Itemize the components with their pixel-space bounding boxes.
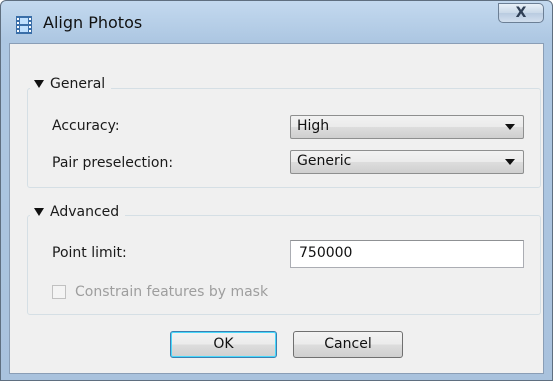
ok-button[interactable]: OK — [170, 331, 277, 358]
pair-preselection-value: Generic — [297, 153, 352, 169]
cancel-button[interactable]: Cancel — [293, 331, 403, 358]
chevron-down-icon — [505, 124, 515, 130]
triangle-down-icon — [34, 80, 44, 88]
general-section-header[interactable]: General — [30, 76, 112, 92]
chevron-down-icon — [505, 159, 515, 165]
accuracy-dropdown[interactable]: High — [290, 115, 524, 139]
accuracy-label: Accuracy: — [52, 118, 120, 134]
pair-preselection-label: Pair preselection: — [52, 155, 174, 171]
advanced-section-label: Advanced — [50, 204, 120, 220]
close-button[interactable]: X — [498, 3, 544, 23]
constrain-features-checkbox[interactable] — [52, 285, 66, 299]
constrain-features-label: Constrain features by mask — [75, 284, 269, 300]
triangle-down-icon — [34, 208, 44, 216]
general-section-label: General — [50, 76, 106, 92]
point-limit-label: Point limit: — [52, 245, 127, 261]
accuracy-value: High — [297, 118, 330, 134]
film-strip-icon — [16, 16, 32, 34]
align-photos-dialog: Align Photos X — [0, 0, 553, 381]
pair-preselection-dropdown[interactable]: Generic — [290, 150, 524, 174]
advanced-section-header[interactable]: Advanced — [30, 204, 126, 220]
title-bar[interactable]: Align Photos X — [1, 1, 552, 43]
close-icon: X — [515, 5, 527, 21]
point-limit-input[interactable]: 750000 — [290, 240, 524, 268]
window-title: Align Photos — [43, 13, 143, 32]
